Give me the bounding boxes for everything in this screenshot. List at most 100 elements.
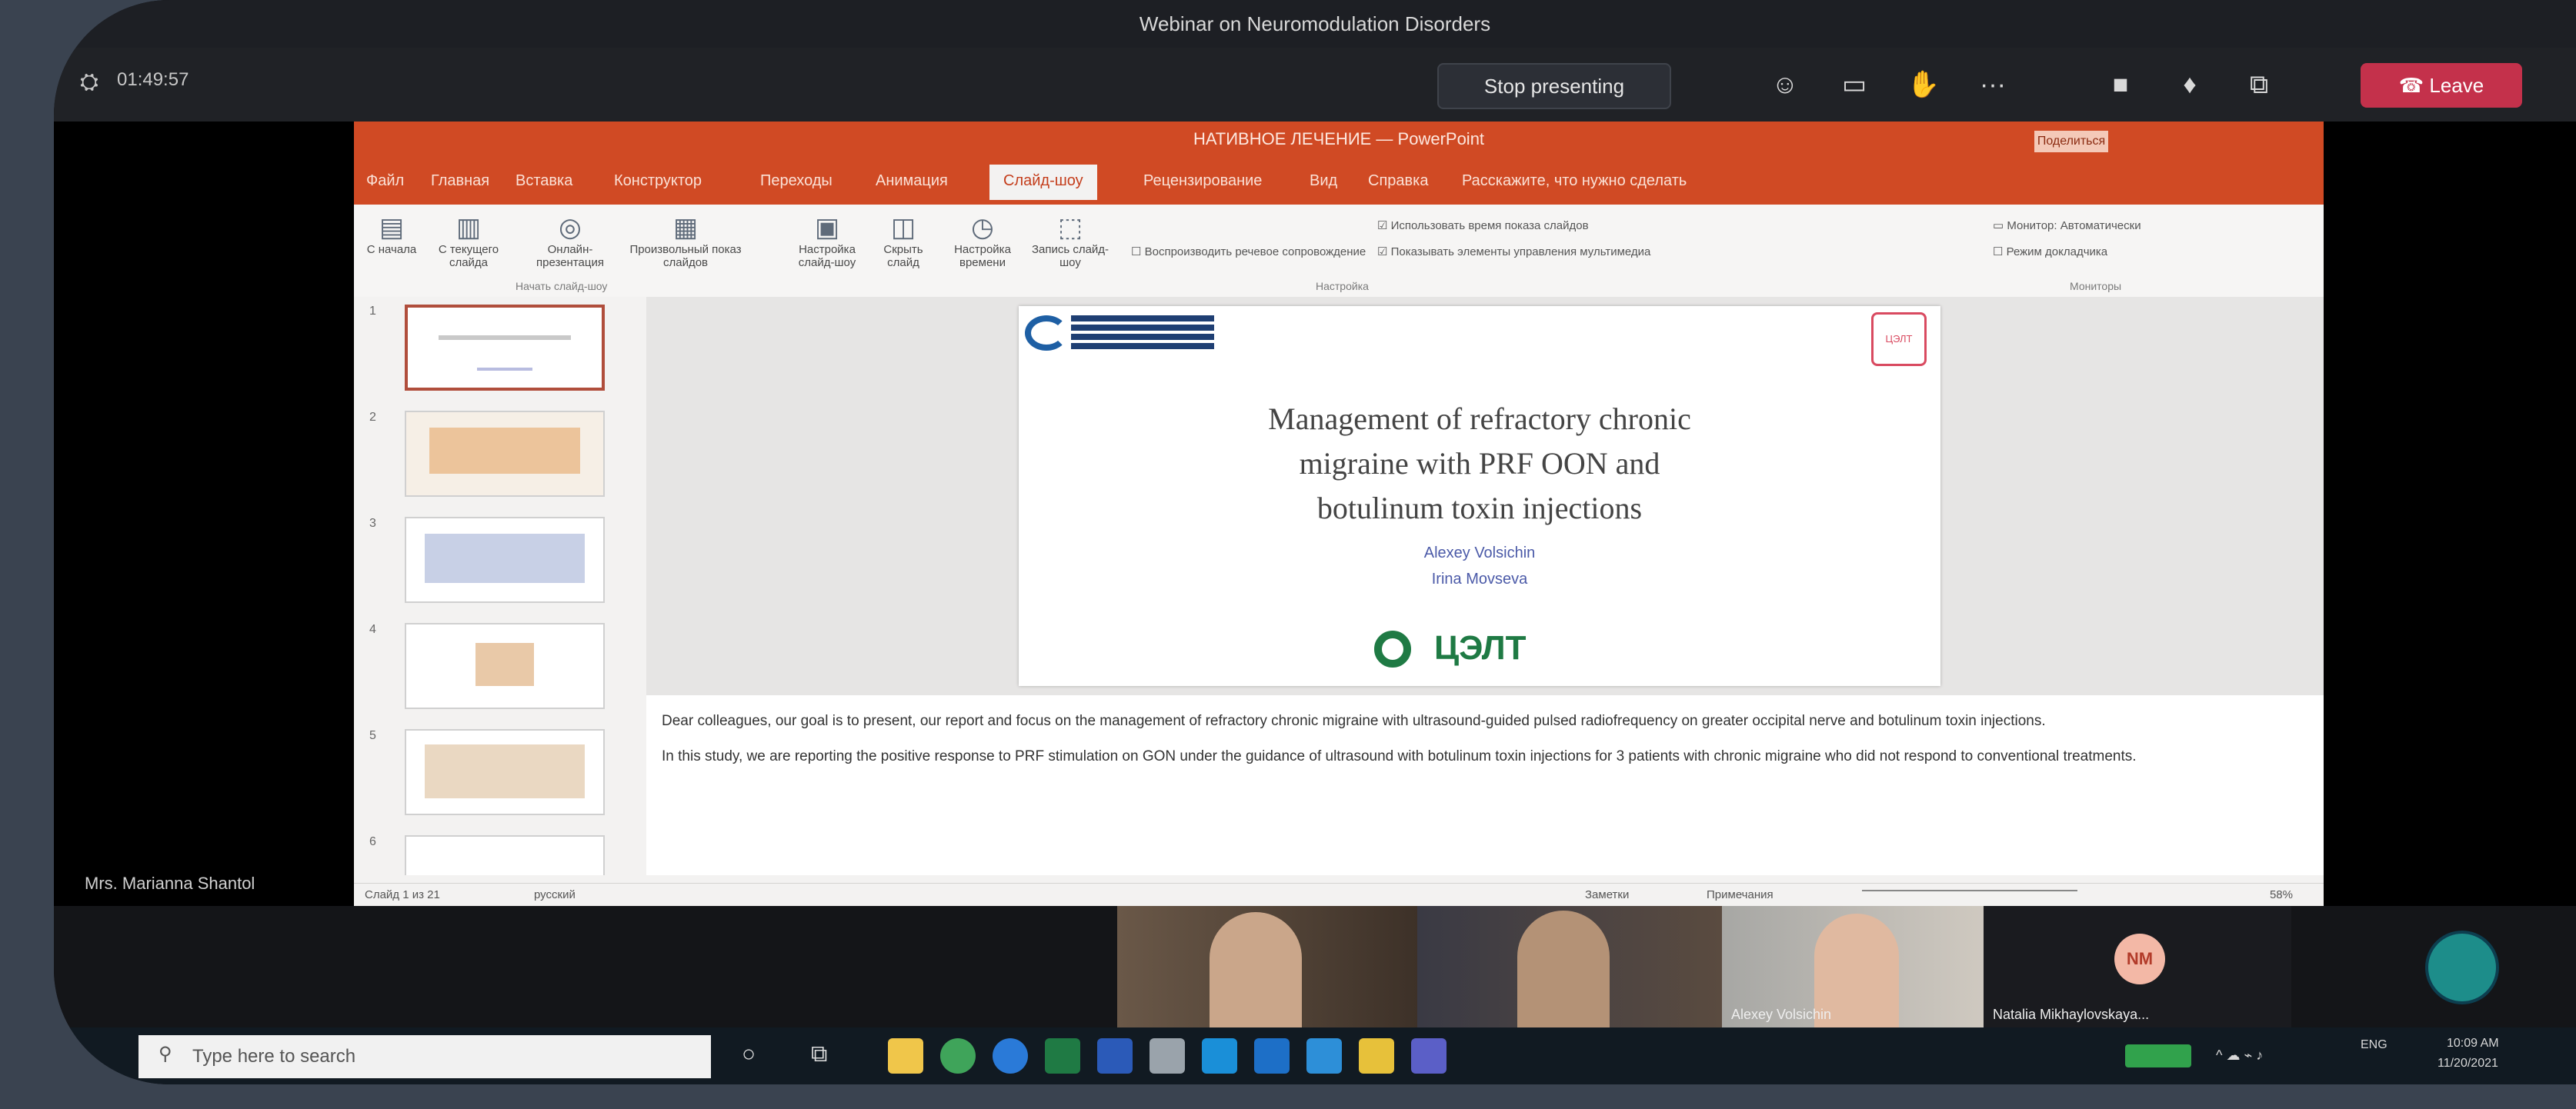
clock-time[interactable]: 10:09 AM xyxy=(2447,1037,2499,1051)
slide-number: 5 xyxy=(369,729,376,742)
participant-video[interactable] xyxy=(1117,906,1417,1027)
slide-thumbnail[interactable] xyxy=(405,411,605,497)
media-controls-checkbox[interactable]: ☑ Показывать элементы управления мультим… xyxy=(1377,245,1650,258)
slide-author: Alexey Volsichin xyxy=(1423,545,1536,561)
ppt-status-bar: Слайд 1 из 21 русский Заметки Примечания… xyxy=(354,883,2324,907)
speaker-notes[interactable]: Dear colleagues, our goal is to present,… xyxy=(646,695,2324,875)
slide-thumbnail[interactable] xyxy=(405,517,605,603)
slideshow-icon: ▥ xyxy=(455,213,482,242)
setup-icon: ▣ xyxy=(814,213,840,242)
word-icon[interactable] xyxy=(1097,1038,1133,1074)
slide-number: 2 xyxy=(369,411,376,424)
online-present-button[interactable]: ◎ Онлайн-презентация xyxy=(520,212,620,269)
slide-thumbnail[interactable] xyxy=(405,305,605,391)
participant-avatar xyxy=(1210,912,1302,1027)
slide-thumbnails-panel: 1 2 3 4 5 6 xyxy=(354,297,647,875)
battery-icon[interactable] xyxy=(2125,1044,2191,1067)
slideshow-icon: ▤ xyxy=(379,213,405,242)
hide-slide-icon: ◫ xyxy=(890,213,916,242)
leave-label: Leave xyxy=(2429,74,2484,97)
use-timings-checkbox[interactable]: ☑ Использовать время показа слайдов xyxy=(1377,218,1589,232)
powerpoint-window: НАТИВНОЕ ЛЕЧЕНИЕ — PowerPoint Поделиться… xyxy=(354,122,2324,907)
slide-thumbnail[interactable] xyxy=(405,729,605,815)
slide-number: 1 xyxy=(369,305,376,318)
tab-file[interactable]: Файл xyxy=(366,172,404,190)
cortana-icon[interactable]: ○ xyxy=(742,1041,756,1067)
teams-window: Webinar on Neuromodulation Disorders ⛭ 0… xyxy=(54,0,2576,1084)
edge-icon[interactable] xyxy=(993,1038,1028,1074)
leave-button[interactable]: ☎ Leave xyxy=(2361,63,2522,108)
window-title: Webinar on Neuromodulation Disorders xyxy=(1139,12,1491,35)
tab-animation[interactable]: Анимация xyxy=(876,172,948,190)
sticky-notes-icon[interactable] xyxy=(1359,1038,1394,1074)
stop-presenting-button[interactable]: Stop presenting xyxy=(1437,63,1671,109)
taskbar-search-input[interactable]: Type here to search xyxy=(138,1035,711,1078)
more-options-icon[interactable]: ··· xyxy=(1973,65,2013,105)
monitor-select[interactable]: ▭ Монитор: Автоматически xyxy=(1993,218,2141,232)
tray-icons[interactable]: ^ ☁ ⌁ ♪ xyxy=(2216,1047,2263,1064)
mic-icon[interactable]: ♦ xyxy=(2170,65,2210,105)
zoom-level: 58% xyxy=(2269,888,2293,901)
narration-checkbox[interactable]: ☐ Воспроизводить речевое сопровождение xyxy=(1131,245,1366,258)
outlook-icon[interactable] xyxy=(1254,1038,1290,1074)
organization-logo-icon[interactable] xyxy=(2425,931,2499,1004)
clock-date[interactable]: 11/20/2021 xyxy=(2438,1057,2498,1071)
participant-tile[interactable]: NM Natalia Mikhaylovskaya... xyxy=(1984,906,2291,1027)
rehearse-timings-button[interactable]: ◷ Настройка времени xyxy=(940,212,1025,269)
participant-initials: NM xyxy=(2114,934,2165,984)
raise-hand-icon[interactable]: ✋ xyxy=(1904,65,1944,105)
notes-toggle[interactable]: Заметки xyxy=(1585,888,1629,901)
from-beginning-button[interactable]: ▤ С начала xyxy=(365,212,419,256)
globe-icon: ◎ xyxy=(559,213,582,242)
current-slide[interactable]: ЦЭЛТ Management of refractory chronic mi… xyxy=(1019,306,1940,686)
slide-number: 3 xyxy=(369,517,376,530)
app-icon[interactable] xyxy=(1306,1038,1342,1074)
chrome-icon[interactable] xyxy=(940,1038,976,1074)
file-explorer-icon[interactable] xyxy=(888,1038,923,1074)
custom-show-button[interactable]: ▦ Произвольный показ слайдов xyxy=(628,212,743,269)
participant-avatar xyxy=(1517,911,1610,1027)
tab-help[interactable]: Справка xyxy=(1368,172,1428,190)
slide-logo-text: ЦЭЛТ xyxy=(1434,629,1527,667)
timer-icon: ◷ xyxy=(971,213,994,242)
chat-icon[interactable]: ▭ xyxy=(1834,65,1874,105)
tab-transitions[interactable]: Переходы xyxy=(760,172,833,190)
participant-video[interactable] xyxy=(1417,906,1722,1027)
excel-icon[interactable] xyxy=(1045,1038,1080,1074)
slide-thumbnail[interactable] xyxy=(405,623,605,709)
camera-icon[interactable]: ■ xyxy=(2101,65,2141,105)
input-language[interactable]: ENG xyxy=(2361,1038,2387,1052)
tab-design[interactable]: Конструктор xyxy=(614,172,702,190)
zoom-slider[interactable] xyxy=(1862,890,2077,899)
record-icon: ⬚ xyxy=(1057,213,1083,242)
setup-show-button[interactable]: ▣ Настройка слайд-шоу xyxy=(785,212,869,269)
tell-me-search[interactable]: Расскажите, что нужно сделать xyxy=(1462,172,1687,190)
tab-review[interactable]: Рецензирование xyxy=(1143,172,1262,190)
share-button[interactable]: Поделиться xyxy=(2034,131,2108,152)
participant-video[interactable]: Alexey Volsichin xyxy=(1722,906,1984,1027)
participants-icon[interactable]: ☺ xyxy=(1765,65,1805,105)
share-tray-icon[interactable]: ⧉ xyxy=(2239,65,2279,105)
slide-author: Irina Movseva xyxy=(1431,571,1528,588)
ppt-header: НАТИВНОЕ ЛЕЧЕНИЕ — PowerPoint Поделиться… xyxy=(354,122,2324,205)
tab-slideshow[interactable]: Слайд-шоу xyxy=(989,165,1097,200)
comments-toggle[interactable]: Примечания xyxy=(1707,888,1774,901)
presenter-view-checkbox[interactable]: ☐ Режим докладчика xyxy=(1993,245,2107,258)
shield-icon: ⛭ xyxy=(80,69,98,95)
tab-home[interactable]: Главная xyxy=(431,172,489,190)
custom-show-icon: ▦ xyxy=(672,213,699,242)
tab-insert[interactable]: Вставка xyxy=(516,172,572,190)
slide-thumbnail[interactable] xyxy=(405,835,605,875)
task-view-icon[interactable]: ⧉ xyxy=(811,1041,827,1067)
app-icon[interactable] xyxy=(1150,1038,1185,1074)
notes-paragraph: Dear colleagues, our goal is to present,… xyxy=(662,713,2046,729)
notes-paragraph: In this study, we are reporting the posi… xyxy=(662,748,2137,764)
from-current-button[interactable]: ▥ С текущего слайда xyxy=(426,212,511,269)
slide-number: 4 xyxy=(369,623,376,636)
teams-icon[interactable] xyxy=(1411,1038,1446,1074)
ppt-title: НАТИВНОЕ ЛЕЧЕНИЕ — PowerPoint xyxy=(1193,129,1485,148)
hide-slide-button[interactable]: ◫ Скрыть слайд xyxy=(873,212,934,269)
tab-view[interactable]: Вид xyxy=(1310,172,1337,190)
record-show-button[interactable]: ⬚ Запись слайд-шоу xyxy=(1028,212,1113,269)
mail-icon[interactable] xyxy=(1202,1038,1237,1074)
